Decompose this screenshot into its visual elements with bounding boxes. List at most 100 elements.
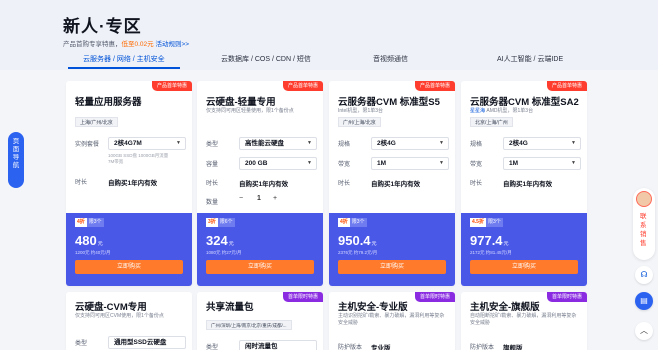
field-label: 防护版本 [338,345,363,350]
ticket-icon[interactable]: ▤ [635,292,653,310]
card-title: 云服务器CVM 标准型SA2 [470,97,579,108]
product-card-cvm-sa2: 产品首单特惠 云服务器CVM 标准型SA2 星星海 AMD机型，限1单3台 北京… [461,81,587,286]
field-label: 类型 [75,341,88,347]
minus-icon[interactable]: − [239,195,243,202]
promo-flag: 首单限时特惠 [414,292,455,302]
promo-flag: 产品首单特惠 [414,81,455,91]
contact-sales-label: 联系销售 [640,213,647,247]
card-desc: Intel机型，限1单3台 [338,108,384,114]
avatar [636,191,652,207]
field-label: 时长 [470,181,483,187]
discount-badge: 4.5折 限3个 [470,218,503,227]
chevron-down-icon: ▼ [307,140,312,146]
discount-badge: 3折 限6个 [206,218,235,227]
field-label: 防护版本 [470,345,495,350]
duration-value: 自购买1年内有效 [239,181,289,188]
page-subtitle: 产品首购专享特惠，低至0.02元 活动规则>> [63,38,189,48]
field-label: 数量 [206,200,219,206]
field-label: 规格 [470,142,483,148]
tab-database[interactable]: 云数据库 / COS / CDN / 短信 [221,54,311,64]
duration-value: 自购买1年内有效 [371,181,421,188]
disk-type-select[interactable]: 高性能云硬盘 ▼ [239,137,317,150]
card-desc: 主动识别挖矿/勒索、暴力破解，漏洞利用等复杂安全威胁 [338,313,445,326]
product-card-lighthouse-disk: 产品首单特惠 云硬盘-轻量专用 仅支持同可用区轻量使用，限1个备份点 类型 高性… [197,81,323,286]
tab-servers[interactable]: 云服务器 / 网络 / 主机安全 [83,54,165,64]
field-label: 规格 [338,142,351,148]
card-desc: 仅支持同可用区CVM使用，限1个备份点 [75,313,164,319]
region-tag: 广州/深圳/上海/南京/北京/重庆/成都/... [206,320,292,330]
region-tag: 上海/广州/北京 [75,117,118,127]
field-label: 类型 [206,345,219,350]
region-tag: 广州/上海/北京 [338,117,381,127]
bandwidth-select[interactable]: 1M ▼ [503,157,581,170]
card-desc: 星星海 AMD机型，限1单3台 [470,108,534,114]
card-title: 主机安全-专业版 [338,302,408,313]
page-title: 新人·专区 [63,17,142,36]
discount-badge: 4折 限3个 [338,218,367,227]
spec-select[interactable]: 2核4G ▼ [371,137,449,150]
buy-button[interactable]: 立即购买 [75,260,183,274]
disk-type-select[interactable]: 通用型SSD云硬盘 [108,336,186,349]
origin-price: 1200元 约40元/月 [75,250,111,255]
capacity-select[interactable]: 200 GB ▼ [239,157,317,170]
package-note: 7M带宽 [108,159,124,164]
price: 977.4元 [470,233,509,248]
promo-flag: 首单限时特惠 [282,292,323,302]
card-desc: 自动阻断挖矿/勒索、暴力破解，漏洞利用等复杂安全威胁 [470,313,577,326]
active-tab-indicator [68,67,180,69]
plus-icon[interactable]: + [273,195,277,202]
price: 950.4元 [338,233,377,248]
field-label: 时长 [206,181,219,187]
chevron-down-icon: ▼ [571,160,576,166]
card-desc: 仅支持同可用区轻量使用，限1个备份点 [206,108,294,114]
subtitle-highlight: 低至0.02元 [121,41,154,48]
price: 480元 [75,233,103,248]
buy-button[interactable]: 立即购买 [206,260,314,274]
card-title: 云硬盘-CVM专用 [75,302,147,313]
product-card-cvm-s5: 产品首单特惠 云服务器CVM 标准型S5 Intel机型，限1单3台 广州/上海… [329,81,455,286]
bandwidth-select[interactable]: 1M ▼ [371,157,449,170]
field-label: 带宽 [338,162,351,168]
product-card-lighthouse: 产品首单特惠 轻量应用服务器 上海/广州/北京 实例套餐 2核4G7M ▼ 100… [66,81,192,286]
contact-sales-button[interactable]: 联系销售 [633,188,655,260]
card-title: 轻量应用服务器 [75,97,142,108]
product-card-traffic-pack: 首单限时特惠 共享流量包 广州/深圳/上海/南京/北京/重庆/成都/... 类型… [197,292,323,350]
origin-price: 2376元 约79.2元/月 [338,250,378,255]
promo-flag: 产品首单特惠 [151,81,192,91]
traffic-type-select[interactable]: 闲时流量包 [239,340,317,350]
product-card-security-pro: 首单限时特惠 主机安全-专业版 主动识别挖矿/勒索、暴力破解，漏洞利用等复杂安全… [329,292,455,350]
price-box: 4折 限3个 950.4元 2376元 约79.2元/月 立即购买 [329,213,455,286]
price-box: 4.5折 限3个 977.4元 2172元 约81.45元/月 立即购买 [461,213,587,286]
duration-value: 自购买1年内有效 [108,180,158,187]
package-select[interactable]: 2核4G7M ▼ [108,137,186,150]
quantity-stepper[interactable]: − 1 + [239,195,287,207]
card-title: 云硬盘-轻量专用 [206,97,276,108]
price-box: 4折 限3个 480元 1200元 约40元/月 立即购买 [66,213,192,286]
buy-button[interactable]: 立即购买 [338,260,446,274]
xingxinghai-badge: 星星海 [470,108,486,114]
field-label: 类型 [206,142,219,148]
page-nav-button[interactable]: 页面导航 [8,132,24,188]
price: 324元 [206,233,234,248]
arrow-up-icon[interactable]: ︿ [635,322,653,340]
chevron-down-icon: ▼ [176,140,181,146]
activity-rules-link[interactable]: 活动规则>> [155,41,189,48]
field-label: 时长 [75,180,88,186]
buy-button[interactable]: 立即购买 [470,260,578,274]
headset-icon[interactable]: ☊ [635,266,653,284]
origin-price: 1080元 约27元/月 [206,250,242,255]
tab-rtc[interactable]: 音视频通信 [373,54,408,64]
chevron-down-icon: ▼ [307,160,312,166]
price-box: 3折 限6个 324元 1080元 约27元/月 立即购买 [197,213,323,286]
promo-flag: 产品首单特惠 [282,81,323,91]
product-card-security-flagship: 首单限时特惠 主机安全-旗舰版 自动阻断挖矿/勒索、暴力破解，漏洞利用等复杂安全… [461,292,587,350]
field-label: 容量 [206,162,219,168]
spec-select[interactable]: 2核4G ▼ [503,137,581,150]
card-title: 主机安全-旗舰版 [470,302,540,313]
field-label: 带宽 [470,162,483,168]
chevron-down-icon: ▼ [439,160,444,166]
edition-value: 专业版 [371,345,391,350]
edition-value: 旗舰版 [503,345,523,350]
tab-ai[interactable]: AI人工智能 / 云端IDE [497,54,563,64]
discount-badge: 4折 限3个 [75,218,104,227]
